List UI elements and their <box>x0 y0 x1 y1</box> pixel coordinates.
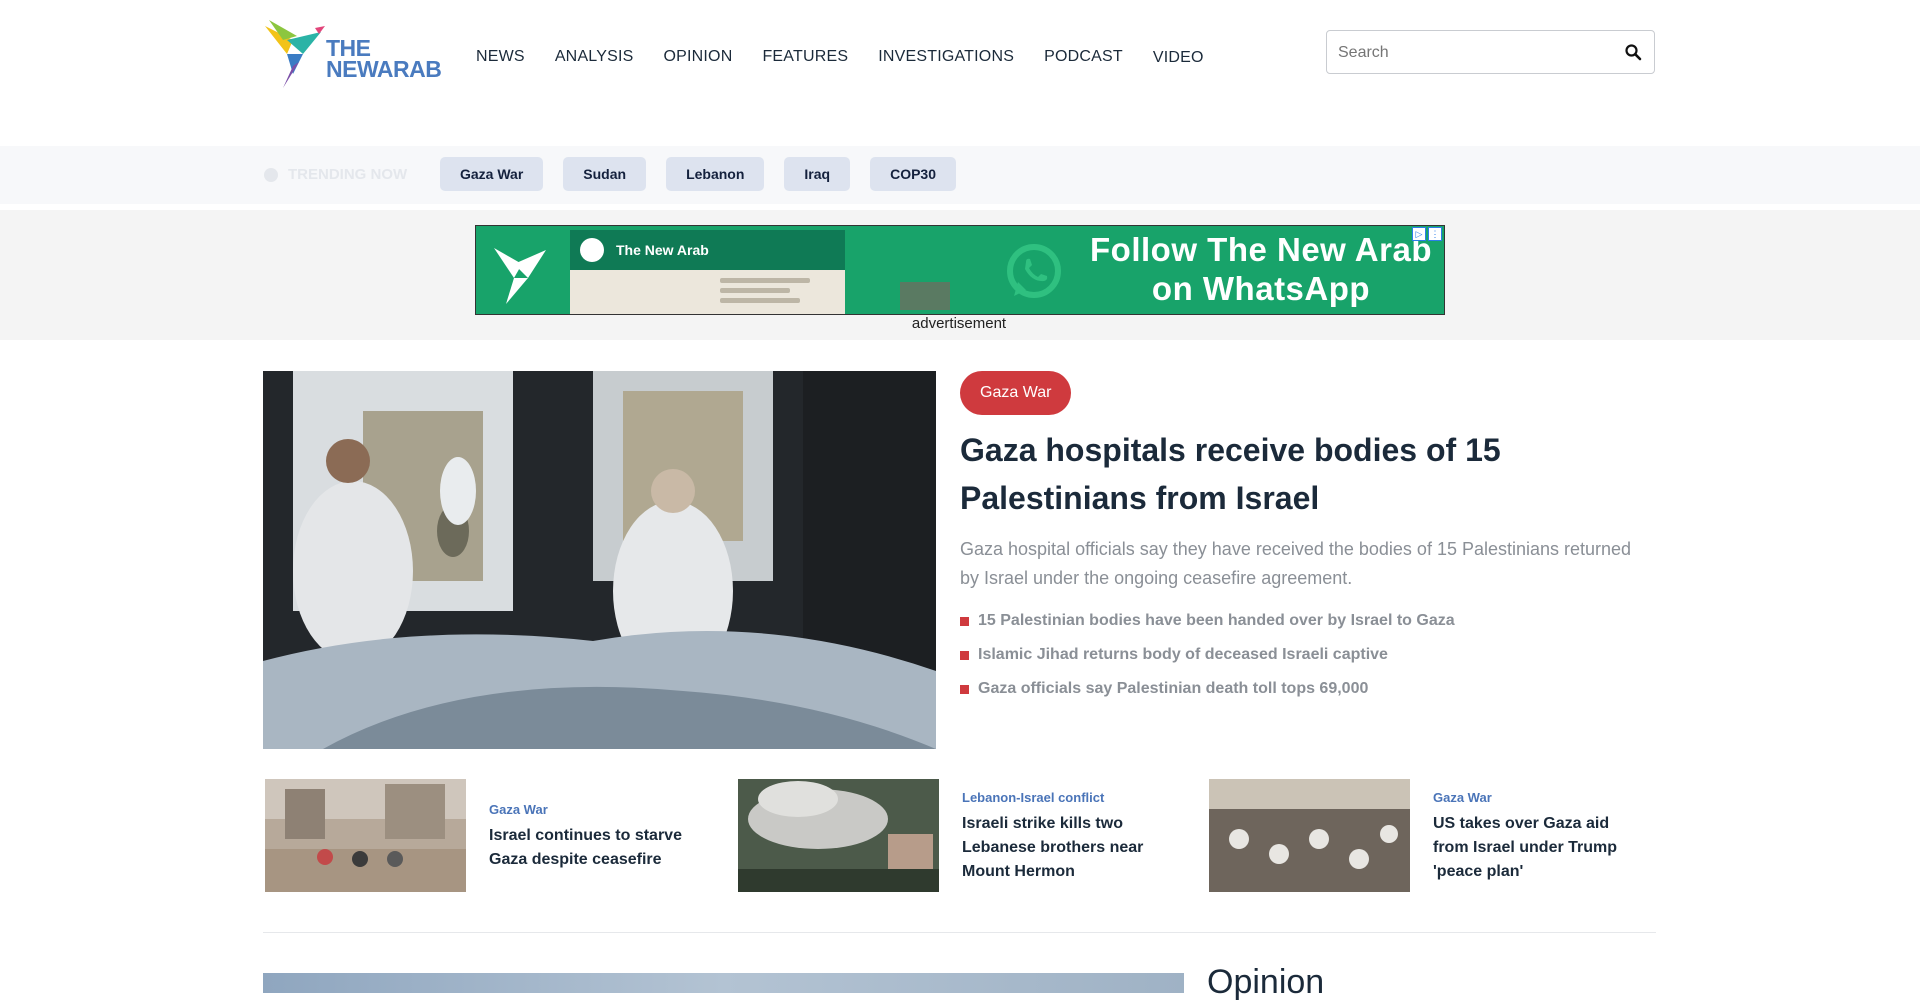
story-card-photo <box>738 779 939 892</box>
opinion-section-heading: Opinion <box>1207 963 1325 1001</box>
trending-chip-sudan[interactable]: Sudan <box>563 157 647 191</box>
story-card-title[interactable]: Israel continues to starve Gaza despite … <box>489 824 689 872</box>
site-logo[interactable]: THE NEWARAB <box>263 18 442 88</box>
trending-topics: Gaza War Sudan Lebanon Iraq COP30 <box>440 157 976 191</box>
bullet-square-icon <box>960 651 969 660</box>
nav-item-features[interactable]: FEATURES <box>762 47 848 68</box>
ad-message-line <box>720 298 800 303</box>
ad-phone-title: The New Arab <box>616 242 709 258</box>
related-link[interactable]: Gaza officials say Palestinian death tol… <box>960 677 1455 711</box>
bullet-square-icon <box>960 685 969 694</box>
story-card: Gaza War US takes over Gaza aid from Isr… <box>1209 779 1669 894</box>
whatsapp-ad-banner[interactable]: The New Arab Follow The New Arab on What… <box>475 225 1445 315</box>
ad-choices-icon[interactable]: ▷ <box>1412 227 1426 241</box>
nav-item-opinion[interactable]: OPINION <box>663 47 732 68</box>
story-card-image[interactable] <box>738 779 939 892</box>
section-divider <box>263 932 1656 933</box>
related-link-text: Gaza officials say Palestinian death tol… <box>978 680 1369 697</box>
ad-message-line <box>720 278 810 283</box>
hummingbird-logo-icon <box>265 20 325 88</box>
bullet-square-icon <box>960 617 969 626</box>
story-card-tag[interactable]: Lebanon-Israel conflict <box>962 790 1104 805</box>
hero-image[interactable] <box>263 371 936 749</box>
story-card-title[interactable]: US takes over Gaza aid from Israel under… <box>1433 812 1633 884</box>
ad-choices: ▷ ⋮ <box>1410 227 1442 241</box>
hero-summary: Gaza hospital officials say they have re… <box>960 539 1632 588</box>
nav-item-investigations[interactable]: INVESTIGATIONS <box>878 47 1014 68</box>
nav-item-analysis[interactable]: ANALYSIS <box>555 47 634 68</box>
ad-close-icon[interactable]: ⋮ <box>1428 227 1442 241</box>
nav-item-podcast[interactable]: PODCAST <box>1044 47 1123 68</box>
nav-item-news[interactable]: NEWS <box>476 47 525 68</box>
story-card-photo <box>1209 779 1410 892</box>
main-nav: NEWS ANALYSIS OPINION FEATURES INVESTIGA… <box>476 47 1234 68</box>
story-card-tag[interactable]: Gaza War <box>489 802 548 817</box>
story-card-photo <box>265 779 466 892</box>
nav-item-video[interactable]: VIDEO <box>1153 48 1204 68</box>
trending-bar: TRENDING NOW Gaza War Sudan Lebanon Iraq… <box>0 146 1920 204</box>
story-card-image[interactable] <box>1209 779 1410 892</box>
trending-label: TRENDING NOW <box>264 166 407 183</box>
hero-photo <box>263 371 936 749</box>
ad-caption: advertisement <box>911 315 1007 332</box>
related-link[interactable]: 15 Palestinian bodies have been handed o… <box>960 609 1455 643</box>
trending-chip-gaza-war[interactable]: Gaza War <box>440 157 544 191</box>
search-icon[interactable] <box>1624 43 1642 61</box>
ad-avatar <box>580 238 604 262</box>
trending-chip-cop30[interactable]: COP30 <box>870 157 957 191</box>
logo-line-2: NEWARAB <box>326 56 442 82</box>
whatsapp-icon <box>1007 244 1061 298</box>
ad-message-thumbnail <box>900 282 950 310</box>
featured-story-image[interactable] <box>263 973 1184 993</box>
related-link[interactable]: Islamic Jihad returns body of deceased I… <box>960 643 1455 677</box>
bird-icon <box>494 248 546 304</box>
story-card-image[interactable] <box>265 779 466 892</box>
story-card-tag[interactable]: Gaza War <box>1433 790 1492 805</box>
ad-message-line <box>720 288 790 293</box>
search-box <box>1326 30 1655 75</box>
related-link-text: 15 Palestinian bodies have been handed o… <box>978 612 1455 629</box>
trending-label-text: TRENDING NOW <box>288 166 408 183</box>
hero-headline[interactable]: Gaza hospitals receive bodies of 15 Pale… <box>960 426 1600 522</box>
story-card: Gaza War Israel continues to starve Gaza… <box>265 779 725 894</box>
hero-related-links: 15 Palestinian bodies have been handed o… <box>960 609 1455 711</box>
search-input[interactable] <box>1327 31 1620 75</box>
site-header: THE NEWARAB NEWS ANALYSIS OPINION FEATUR… <box>0 0 1920 146</box>
trending-chip-iraq[interactable]: Iraq <box>784 157 851 191</box>
story-card: Lebanon-Israel conflict Israeli strike k… <box>738 779 1198 894</box>
logo-wordmark: THE NEWARAB <box>326 37 442 82</box>
trending-dot-icon <box>264 167 278 182</box>
ad-phone-mockup: The New Arab <box>570 230 950 314</box>
ad-phone-header: The New Arab <box>570 230 845 270</box>
related-link-text: Islamic Jihad returns body of deceased I… <box>978 646 1388 663</box>
hero-category-tag[interactable]: Gaza War <box>960 371 1072 415</box>
ad-headline: Follow The New Arab on WhatsApp <box>1090 231 1432 307</box>
story-card-title[interactable]: Israeli strike kills two Lebanese brothe… <box>962 812 1162 884</box>
trending-chip-lebanon[interactable]: Lebanon <box>666 157 765 191</box>
